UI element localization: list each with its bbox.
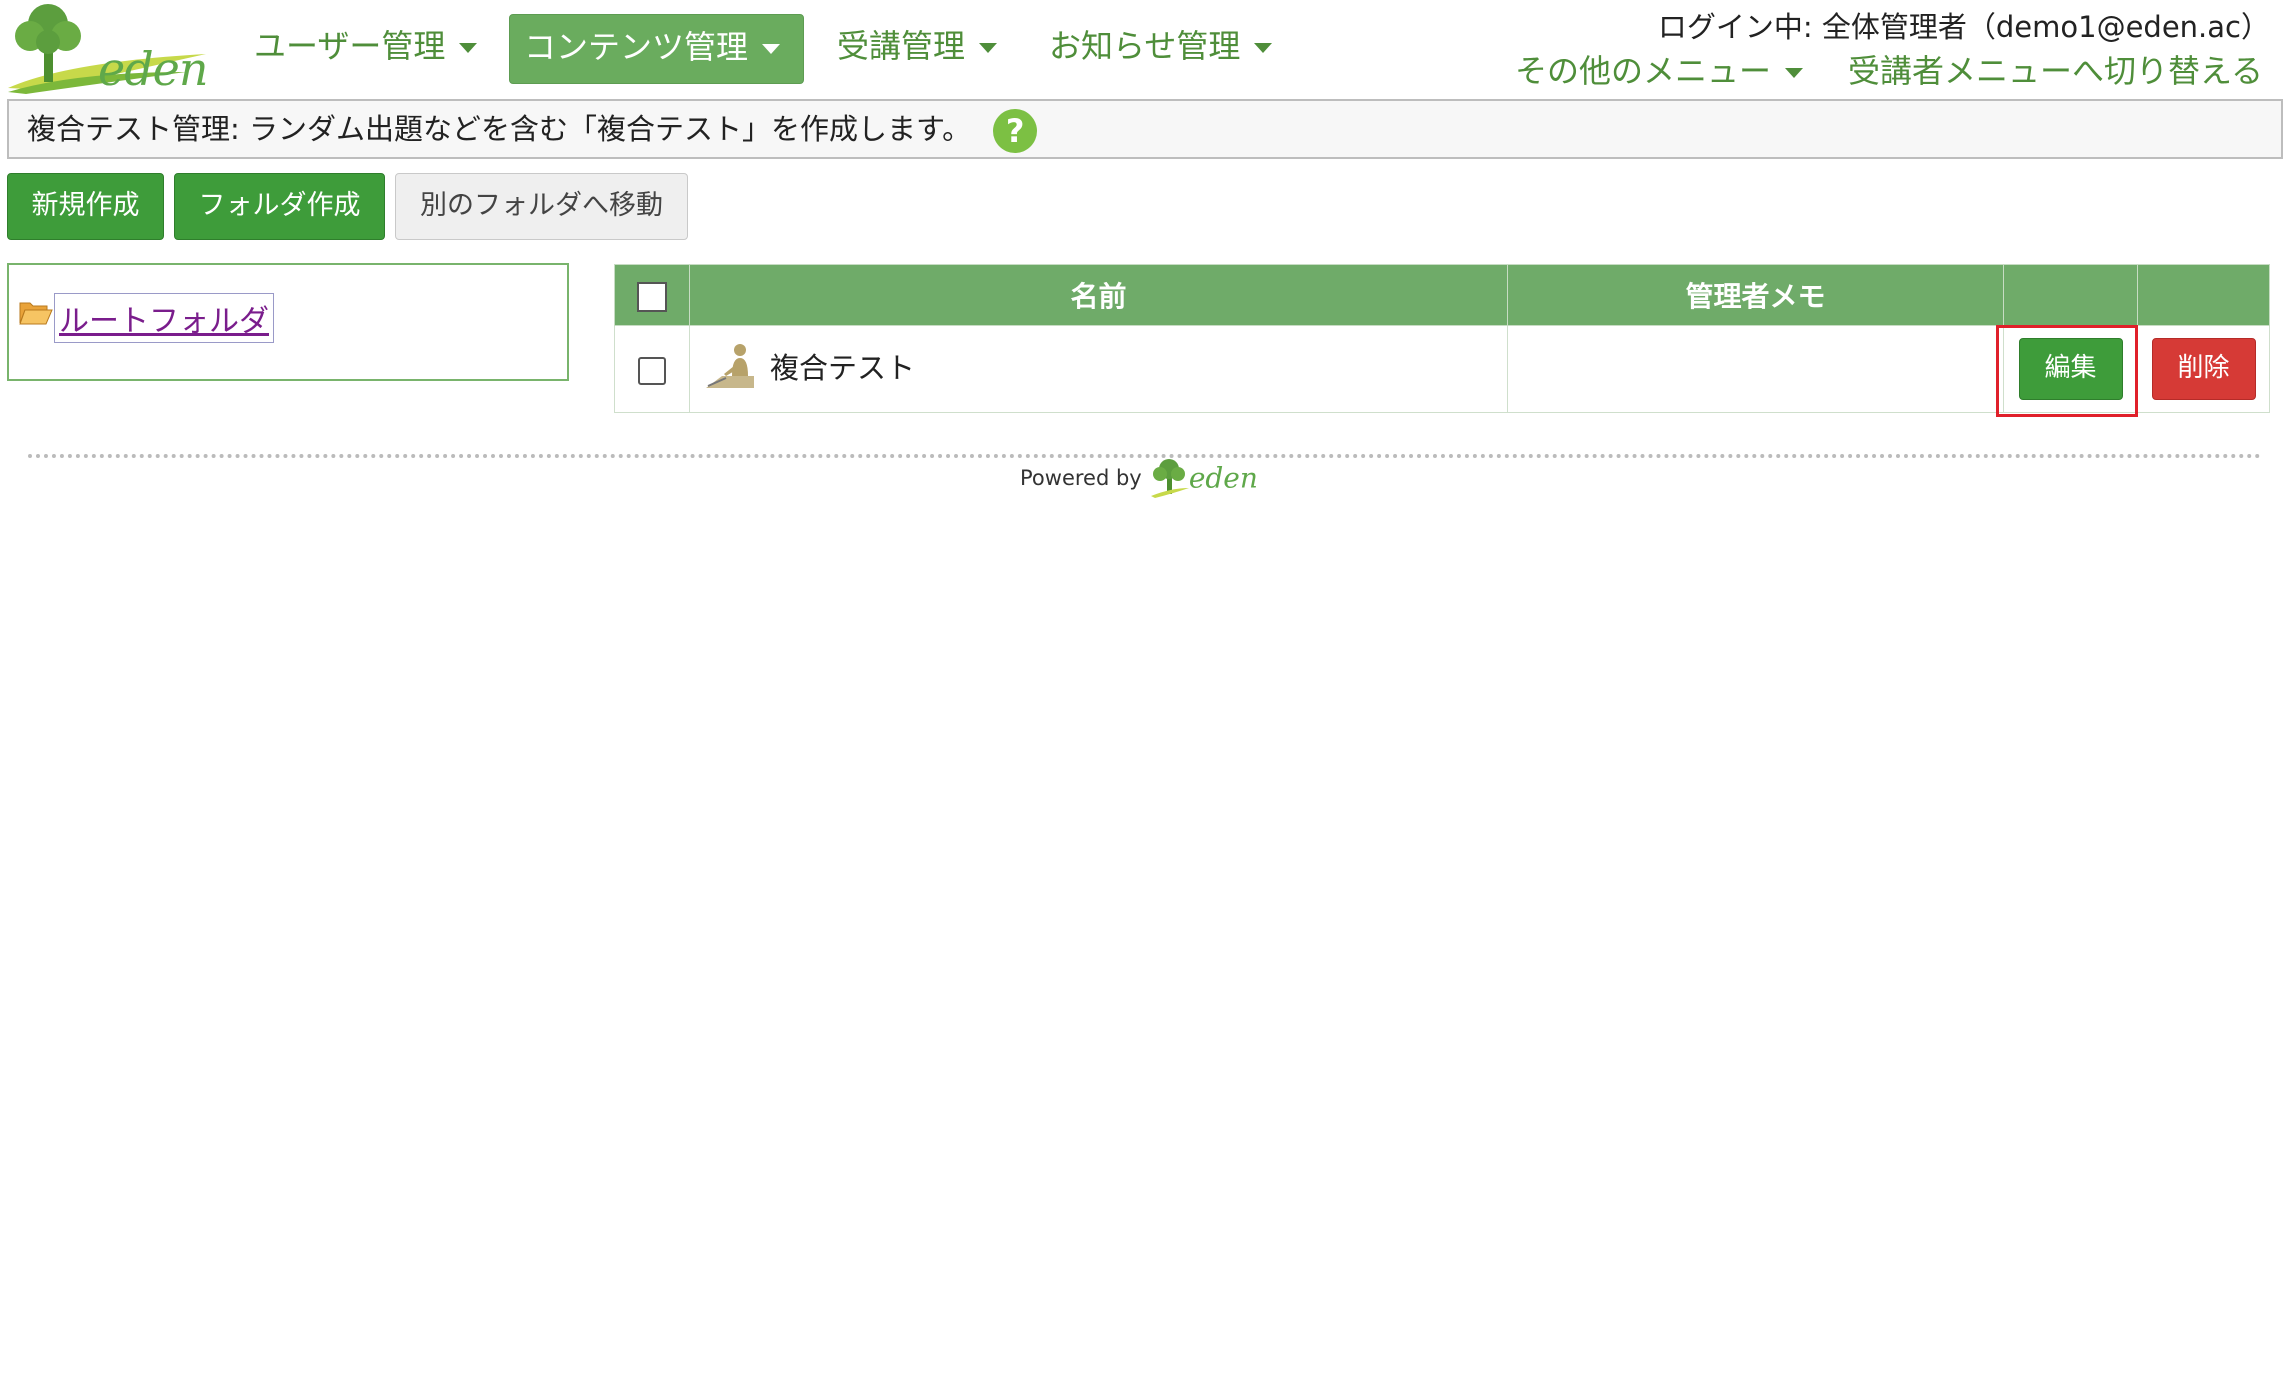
caret-down-icon	[1785, 68, 1804, 78]
delete-button[interactable]: 削除	[2151, 338, 2256, 400]
eden-logo[interactable]: eden	[6, 2, 211, 96]
nav-notice-management[interactable]: お知らせ管理	[1035, 14, 1286, 84]
column-header-delete	[2137, 264, 2270, 326]
page-description-bar: 複合テスト管理: ランダム出題などを含む「複合テスト」を作成します。?	[7, 99, 2283, 159]
folder-tree-panel: ルートフォルダ	[7, 263, 569, 381]
header-select-all-cell	[614, 264, 690, 326]
nav-label: 受講管理	[837, 27, 966, 65]
help-icon[interactable]: ?	[993, 109, 1038, 153]
column-header-memo: 管理者メモ	[1507, 264, 2004, 326]
create-folder-button[interactable]: フォルダ作成	[174, 173, 385, 240]
row-delete-cell: 削除	[2137, 325, 2270, 413]
nav-label: コンテンツ管理	[524, 28, 749, 66]
nav-user-management[interactable]: ユーザー管理	[240, 14, 491, 84]
select-all-checkbox[interactable]	[637, 281, 667, 312]
other-menu-dropdown[interactable]: その他のメニュー	[1515, 46, 1804, 92]
row-memo-cell	[1507, 325, 2004, 413]
column-header-edit	[2003, 264, 2138, 326]
powered-by-text: Powered by	[1020, 466, 1142, 490]
caret-down-icon	[459, 43, 478, 53]
move-to-folder-button[interactable]: 別のフォルダへ移動	[395, 173, 688, 240]
open-folder-icon	[19, 302, 53, 325]
switch-to-learner-menu-link[interactable]: 受講者メニューへ切り替える	[1848, 46, 2263, 92]
column-header-name: 名前	[689, 264, 1508, 326]
nav-label: お知らせ管理	[1049, 27, 1241, 65]
footer-brand: eden	[1188, 461, 1258, 495]
logo-text: eden	[98, 42, 209, 96]
row-checkbox[interactable]	[638, 357, 666, 385]
other-menu-label: その他のメニュー	[1515, 52, 1772, 90]
new-button[interactable]: 新規作成	[7, 173, 164, 240]
login-status: ログイン中: 全体管理者（demo1@eden.ac）	[1657, 10, 2270, 44]
footer: Powered by eden	[1020, 458, 1258, 508]
test-taker-icon	[706, 343, 754, 388]
row-select-cell	[614, 325, 690, 413]
root-folder-link[interactable]: ルートフォルダ	[54, 293, 274, 343]
caret-down-icon	[1254, 43, 1273, 53]
nav-course-management[interactable]: 受講管理	[823, 14, 1011, 84]
nav-content-management[interactable]: コンテンツ管理	[509, 14, 804, 84]
nav-label: ユーザー管理	[254, 27, 446, 65]
edit-button-highlight	[1996, 325, 2138, 417]
caret-down-icon	[979, 43, 998, 53]
page-description: 複合テスト管理: ランダム出題などを含む「複合テスト」を作成します。	[27, 112, 972, 146]
table-header-row: 名前 管理者メモ	[614, 264, 2270, 326]
row-name-cell: 複合テスト	[689, 325, 1508, 413]
tree-logo-icon	[1150, 459, 1189, 498]
row-name[interactable]: 複合テスト	[770, 345, 915, 387]
caret-down-icon	[762, 44, 781, 54]
